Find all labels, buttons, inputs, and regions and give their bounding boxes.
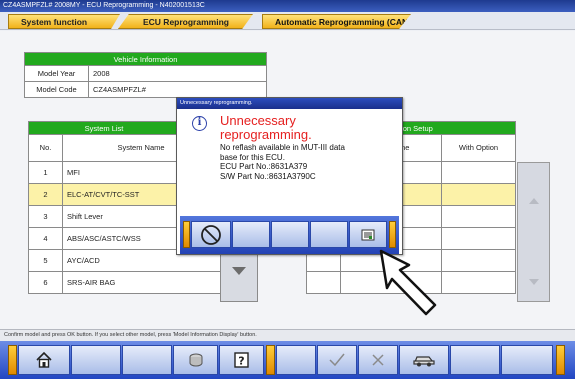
dialog-title: Unnecessary reprogramming. [177,98,402,109]
column-header-with-option: With Option [441,135,516,162]
option-scrollbar[interactable] [517,162,550,302]
toolbar-button[interactable] [122,345,172,375]
dialog-bar-cap [183,221,190,248]
vehicle-icon [413,356,435,367]
print-icon [361,229,375,240]
tab-bar: System function ECU Reprogramming Automa… [0,12,575,30]
model-year-value: 2008 [93,69,110,78]
window-title: CZ4ASMPFZL# 2008MY - ECU Reprogramming -… [0,0,575,12]
ok-button[interactable] [317,345,357,375]
ecu-part-number: ECU Part No.:8631A379 [220,162,308,172]
dialog-message: No reflash available in MUT-III data bas… [220,143,400,181]
toolbar-button[interactable] [276,345,316,375]
print-button[interactable] [349,221,387,248]
vehicle-info-header: Vehicle Information [24,52,267,66]
system-name: MFI [67,168,80,177]
scroll-down-icon[interactable] [529,279,539,285]
toolbar-cap [8,345,17,375]
svg-text:?: ? [238,355,244,368]
cancel-x-icon [372,354,384,366]
system-name: ELC-AT/CVT/TC-SST [67,190,140,199]
tab-ecu-reprogramming[interactable]: ECU Reprogramming [118,14,253,29]
dialog-button[interactable] [271,221,309,248]
dialog-button[interactable] [232,221,270,248]
toolbar-cap [266,345,275,375]
dialog-button-bar [180,216,399,254]
row-number: 4 [29,228,63,249]
vehicle-info-row: Model Year 2008 [24,66,267,82]
dialog-bar-cap [389,221,396,248]
row-number: 5 [29,250,63,271]
column-header-no: No. [28,135,63,162]
cancel-button[interactable] [358,345,398,375]
system-name: ABS/ASC/ASTC/WSS [67,234,141,243]
dialog-heading: Unnecessary reprogramming. [220,114,380,141]
scroll-down-icon[interactable] [232,267,246,275]
home-button[interactable] [18,345,70,375]
option-cell[interactable] [441,162,516,184]
model-code-label: Model Code [25,82,89,97]
database-icon [189,353,202,367]
option-cell[interactable] [441,206,516,228]
unnecessary-reprogramming-dialog: Unnecessary reprogramming. i Unnecessary… [176,97,403,255]
system-name: SRS-AIR BAG [67,278,116,287]
dialog-message-line: No reflash available in MUT-III data [220,143,345,152]
row-number: 2 [29,184,63,205]
cancel-reprogram-button[interactable] [191,221,231,248]
help-icon: ? [234,352,249,368]
row-number: 6 [29,272,63,293]
dialog-heading-line: reprogramming. [220,126,312,142]
tab-automatic-reprogramming: Automatic Reprogramming (CAN) [262,14,412,29]
system-name: AYC/ACD [67,256,100,265]
mouse-pointer-icon [379,249,437,316]
help-button[interactable]: ? [219,345,264,375]
toolbar-button[interactable] [501,345,553,375]
model-year-label: Model Year [25,66,89,81]
option-cell[interactable] [441,184,516,206]
info-icon: i [192,116,207,131]
vehicle-info-row: Model Code CZ4ASMPFZL# [24,82,267,98]
home-icon [36,351,52,368]
toolbar-cap [556,345,565,375]
row-number: 1 [29,162,63,183]
tab-system-function[interactable]: System function [8,14,120,29]
toolbar-button[interactable] [450,345,500,375]
option-cell[interactable] [441,228,516,250]
database-button[interactable] [173,345,218,375]
option-cell[interactable] [306,272,341,294]
sw-part-number: S/W Part No.:8631A3790C [220,171,316,181]
toolbar-button[interactable] [71,345,121,375]
model-code-value: CZ4ASMPFZL# [93,85,146,94]
dialog-heading-line: Unnecessary [220,113,296,128]
vehicle-button[interactable] [399,345,449,375]
dialog-button[interactable] [310,221,348,248]
bottom-toolbar: ? [0,341,575,379]
ok-check-icon [329,353,345,367]
status-message: Confirm model and press OK button. If yo… [0,329,575,341]
system-list-header: System List [28,121,180,135]
cancel-icon [201,224,221,245]
row-number: 3 [29,206,63,227]
scroll-up-icon[interactable] [529,198,539,204]
system-name: Shift Lever [67,212,103,221]
dialog-message-line: base for this ECU. [220,152,285,162]
